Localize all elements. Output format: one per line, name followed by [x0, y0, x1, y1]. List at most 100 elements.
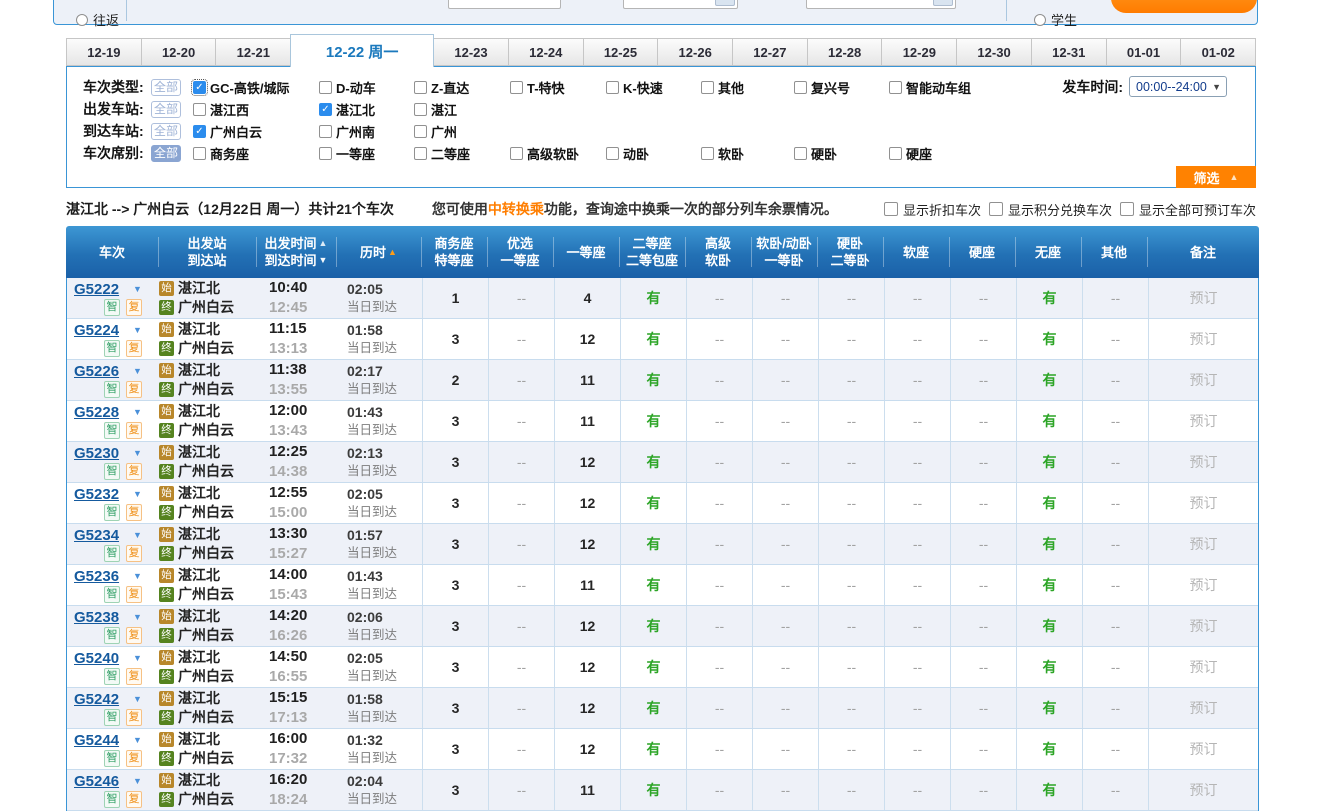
date-tab-01-01[interactable]: 01-01 — [1106, 38, 1182, 66]
sort-desc-icon[interactable]: ▼ — [319, 252, 328, 269]
checkbox-icon[interactable] — [414, 125, 427, 138]
date-tab-12-25[interactable]: 12-25 — [583, 38, 659, 66]
book-button[interactable]: 预订 — [1190, 411, 1218, 431]
transfer-link[interactable]: 中转换乘 — [488, 201, 544, 217]
calendar-icon[interactable] — [933, 0, 953, 6]
display-option[interactable]: 显示积分兑换车次 — [989, 200, 1112, 219]
checkbox-icon[interactable] — [606, 81, 619, 94]
expand-caret-icon[interactable]: ▼ — [133, 325, 142, 335]
date-tab-12-19[interactable]: 12-19 — [66, 38, 142, 66]
train-number-link[interactable]: G5238 — [74, 609, 119, 626]
train-number-link[interactable]: G5242 — [74, 691, 119, 708]
depart-date-input[interactable] — [623, 0, 738, 9]
date-tab-12-21[interactable]: 12-21 — [215, 38, 291, 66]
filter-option[interactable]: Z-直达 — [414, 78, 510, 97]
train-number-link[interactable]: G5236 — [74, 568, 119, 585]
depart-time-select[interactable]: 00:00--24:00 ▼ — [1129, 76, 1227, 97]
train-number-link[interactable]: G5232 — [74, 486, 119, 503]
filter-option[interactable]: 复兴号 — [794, 78, 889, 97]
date-tab-12-23[interactable]: 12-23 — [433, 38, 509, 66]
filter-option[interactable]: 湛江 — [414, 100, 510, 119]
filter-option[interactable]: K-快速 — [606, 78, 701, 97]
filter-option[interactable]: T-特快 — [510, 78, 606, 97]
book-button[interactable]: 预订 — [1190, 616, 1218, 636]
checkbox-icon[interactable] — [794, 81, 807, 94]
filter-option[interactable]: 其他 — [701, 78, 794, 97]
expand-caret-icon[interactable]: ▼ — [133, 448, 142, 458]
filter-option[interactable]: 智能动车组 — [889, 78, 1019, 97]
checkbox-icon[interactable] — [414, 147, 427, 160]
expand-caret-icon[interactable]: ▼ — [133, 407, 142, 417]
checkbox-icon[interactable] — [510, 147, 523, 160]
book-button[interactable]: 预订 — [1190, 534, 1218, 554]
book-button[interactable]: 预订 — [1190, 698, 1218, 718]
date-tab-12-22[interactable]: 12-22 周一 — [290, 34, 434, 67]
select-all-button[interactable]: 全部 — [151, 145, 181, 162]
expand-caret-icon[interactable]: ▼ — [133, 694, 142, 704]
filter-option[interactable]: 一等座 — [319, 144, 414, 163]
date-tab-01-02[interactable]: 01-02 — [1180, 38, 1256, 66]
filter-button[interactable]: 筛选 ▲ — [1176, 166, 1256, 188]
checkbox-icon[interactable]: ✓ — [193, 125, 206, 138]
filter-option[interactable]: 硬座 — [889, 144, 1019, 163]
query-button[interactable] — [1111, 0, 1257, 13]
checkbox-icon[interactable] — [193, 147, 206, 160]
expand-caret-icon[interactable]: ▼ — [133, 284, 142, 294]
expand-caret-icon[interactable]: ▼ — [133, 571, 142, 581]
return-date-input[interactable] — [806, 0, 956, 9]
book-button[interactable]: 预订 — [1190, 657, 1218, 677]
checkbox-icon[interactable] — [606, 147, 619, 160]
date-tab-12-26[interactable]: 12-26 — [657, 38, 733, 66]
checkbox-icon[interactable] — [414, 103, 427, 116]
train-number-link[interactable]: G5244 — [74, 732, 119, 749]
date-tab-12-20[interactable]: 12-20 — [141, 38, 217, 66]
filter-option[interactable]: 二等座 — [414, 144, 510, 163]
sort-asc-icon[interactable]: ▲ — [319, 235, 328, 252]
book-button[interactable]: 预订 — [1190, 370, 1218, 390]
filter-option[interactable]: 商务座 — [193, 144, 319, 163]
sort-asc-icon[interactable]: ▲ — [388, 244, 397, 261]
checkbox-icon[interactable]: ✓ — [319, 103, 332, 116]
checkbox-icon[interactable] — [319, 147, 332, 160]
date-tab-12-30[interactable]: 12-30 — [956, 38, 1032, 66]
filter-option[interactable]: 湛江西 — [193, 100, 319, 119]
book-button[interactable]: 预订 — [1190, 739, 1218, 759]
book-button[interactable]: 预订 — [1190, 780, 1218, 800]
expand-caret-icon[interactable]: ▼ — [133, 530, 142, 540]
checkbox-icon[interactable] — [889, 81, 902, 94]
date-tab-12-27[interactable]: 12-27 — [732, 38, 808, 66]
filter-option[interactable]: 高级软卧 — [510, 144, 606, 163]
train-number-link[interactable]: G5226 — [74, 363, 119, 380]
select-all-button[interactable]: 全部 — [151, 79, 181, 96]
checkbox-icon[interactable] — [319, 125, 332, 138]
expand-caret-icon[interactable]: ▼ — [133, 735, 142, 745]
column-header[interactable]: 历时▲ — [336, 226, 421, 278]
display-option[interactable]: 显示折扣车次 — [884, 200, 981, 219]
filter-option[interactable]: 动卧 — [606, 144, 701, 163]
select-all-button[interactable]: 全部 — [151, 101, 181, 118]
filter-option[interactable]: ✓GC-高铁/城际 — [193, 78, 319, 97]
train-number-link[interactable]: G5240 — [74, 650, 119, 667]
checkbox-icon[interactable] — [1120, 202, 1134, 216]
book-button[interactable]: 预订 — [1190, 288, 1218, 308]
expand-caret-icon[interactable]: ▼ — [133, 776, 142, 786]
checkbox-icon[interactable] — [794, 147, 807, 160]
date-tab-12-28[interactable]: 12-28 — [807, 38, 883, 66]
date-tab-12-31[interactable]: 12-31 — [1031, 38, 1107, 66]
select-all-button[interactable]: 全部 — [151, 123, 181, 140]
checkbox-icon[interactable] — [319, 81, 332, 94]
filter-option[interactable]: ✓广州白云 — [193, 122, 319, 141]
checkbox-icon[interactable] — [701, 147, 714, 160]
student-radio[interactable]: 学生 — [1034, 10, 1077, 29]
checkbox-icon[interactable]: ✓ — [193, 81, 206, 94]
checkbox-icon[interactable] — [884, 202, 898, 216]
roundtrip-radio[interactable]: 往返 — [76, 10, 119, 29]
train-number-link[interactable]: G5224 — [74, 322, 119, 339]
train-number-link[interactable]: G5230 — [74, 445, 119, 462]
checkbox-icon[interactable] — [889, 147, 902, 160]
book-button[interactable]: 预订 — [1190, 493, 1218, 513]
checkbox-icon[interactable] — [701, 81, 714, 94]
book-button[interactable]: 预订 — [1190, 575, 1218, 595]
filter-option[interactable]: D-动车 — [319, 78, 414, 97]
train-number-link[interactable]: G5246 — [74, 773, 119, 790]
